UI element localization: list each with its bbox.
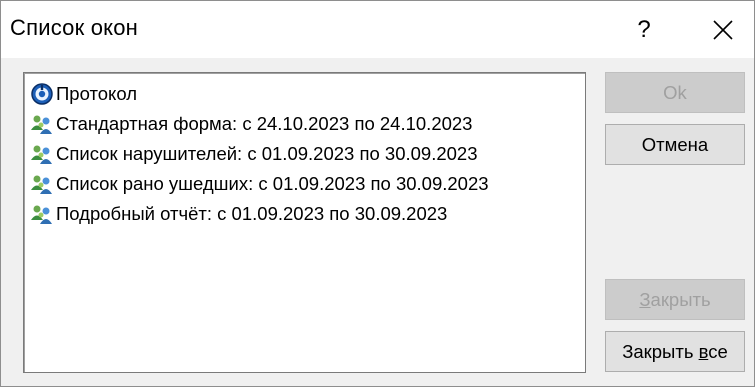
close-all-label: Закрыть все [622, 341, 728, 363]
close-all-suffix: се [708, 340, 728, 362]
ok-button[interactable]: Ok [605, 72, 745, 113]
close-all-prefix: Закрыть [622, 340, 699, 362]
cancel-label: Отмена [641, 133, 709, 155]
list-item-report[interactable]: Подробный отчёт: с 01.09.2023 по 30.09.2… [30, 199, 447, 229]
cancel-button[interactable]: Отмена [605, 124, 745, 165]
list-item-label: Стандартная форма: с 24.10.2023 по 24.10… [56, 113, 473, 134]
close-accel: З [639, 288, 651, 310]
help-button[interactable]: ? [616, 1, 672, 58]
close-button[interactable]: Закрыть [605, 279, 745, 320]
list-item-protocol[interactable]: Протокол [30, 79, 137, 109]
ok-label: Ok [663, 81, 687, 103]
list-item-report[interactable]: Список нарушителей: с 01.09.2023 по 30.0… [30, 139, 478, 169]
users-group-icon [31, 175, 52, 194]
close-label-rest: акрыть [650, 288, 711, 310]
windows-list[interactable]: Протокол Стандартная форма: с 24.10.2023… [23, 72, 586, 373]
users-group-icon [31, 145, 52, 164]
window-title: Список окон [10, 15, 139, 40]
close-all-accel: в [698, 340, 709, 362]
title-bar: Список окон ? [1, 1, 754, 58]
users-group-icon [31, 205, 52, 224]
list-item-label: Протокол [56, 83, 138, 104]
list-item-report[interactable]: Список рано ушедших: с 01.09.2023 по 30.… [30, 169, 489, 199]
help-icon: ? [637, 15, 651, 43]
close-all-button[interactable]: Закрыть все [605, 331, 745, 372]
list-item-label: Список рано ушедших: с 01.09.2023 по 30.… [56, 173, 489, 194]
list-item-label: Подробный отчёт: с 01.09.2023 по 30.09.2… [56, 203, 448, 224]
close-icon [712, 19, 733, 40]
protocol-icon [31, 83, 53, 105]
dialog-window: Список окон ? Протокол Стандартная форма… [0, 0, 755, 387]
list-item-report[interactable]: Стандартная форма: с 24.10.2023 по 24.10… [30, 109, 472, 139]
list-item-label: Список нарушителей: с 01.09.2023 по 30.0… [56, 143, 478, 164]
close-window-button[interactable] [691, 1, 754, 58]
close-label: Закрыть [639, 289, 710, 311]
users-group-icon [31, 115, 52, 134]
